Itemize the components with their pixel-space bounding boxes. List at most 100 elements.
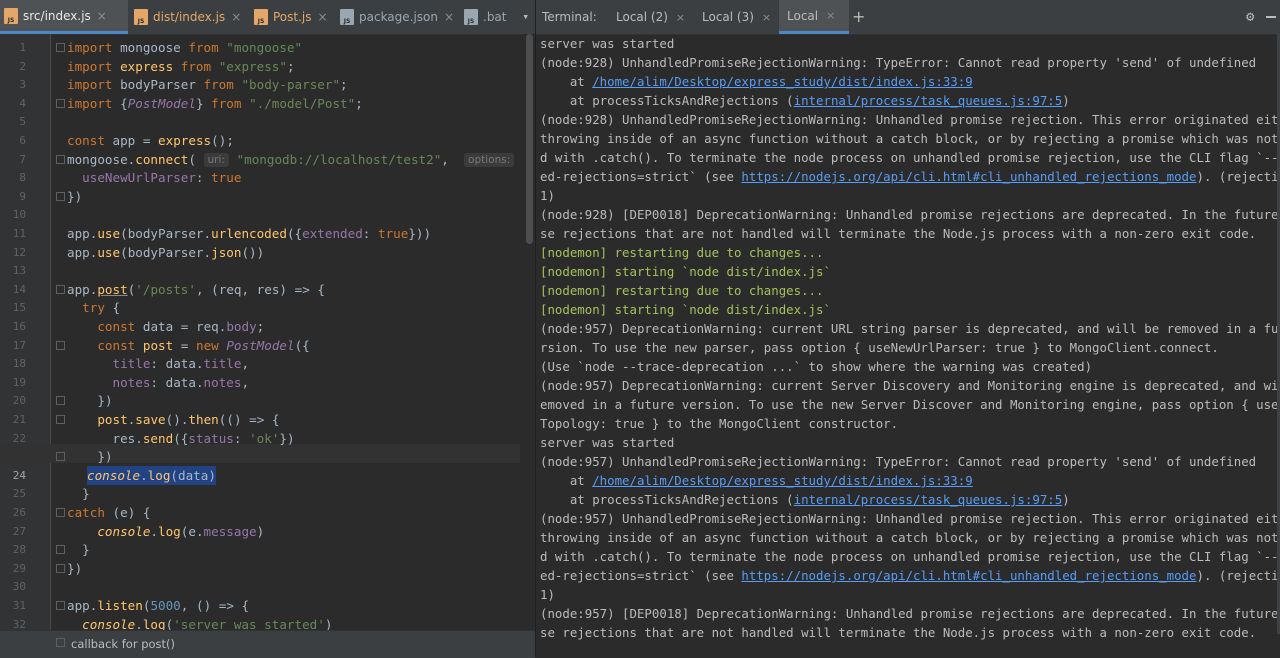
code-line[interactable]: console.log('server was started')	[67, 615, 332, 630]
fold-marker-icon[interactable]	[56, 601, 65, 610]
code-line[interactable]: const app = express();	[67, 131, 234, 150]
editor-scrollbar[interactable]	[524, 34, 535, 630]
code-line[interactable]: res.send({status: 'ok'})	[67, 429, 295, 448]
terminal-link[interactable]: internal/process/task_queues.js:97:5	[794, 492, 1063, 507]
new-terminal-tab-button[interactable]: +	[852, 7, 865, 26]
fold-marker-icon[interactable]	[56, 452, 65, 462]
code-line[interactable]: app.use(bodyParser.json())	[67, 243, 264, 262]
code-line[interactable]: }	[67, 484, 90, 503]
js-file-icon: JS	[340, 9, 354, 25]
terminal-tab-2[interactable]: Local (3) ×	[694, 0, 777, 34]
code-line[interactable]: post.save().then(() => {	[67, 410, 279, 429]
breadcrumb-context[interactable]: callback for post()	[71, 637, 175, 651]
fold-marker-icon[interactable]	[56, 396, 65, 406]
code-line[interactable]: app.post('/posts', (req, res) => {	[67, 280, 325, 299]
code-line[interactable]: app.listen(5000, () => {	[67, 596, 249, 615]
fold-marker-icon[interactable]	[56, 638, 65, 648]
code-token: (	[241, 244, 250, 260]
terminal-tab-1[interactable]: Local (2) ×	[608, 0, 692, 34]
code-line[interactable]: import express from "express";	[67, 57, 295, 76]
code-line[interactable]: notes: data.notes,	[67, 373, 250, 392]
editor-pane[interactable]: JS src/index.js × JS dist/index.js × JS Post.js…	[0, 0, 535, 658]
code-line[interactable]: try {	[67, 298, 120, 317]
code-line[interactable]: mongoose.connect( uri: "mongodb://localh…	[67, 150, 520, 169]
code-line[interactable]: title: data.title,	[67, 354, 250, 373]
code-token: )	[74, 188, 83, 204]
close-icon[interactable]: ×	[762, 11, 771, 24]
code-line[interactable]: import bodyParser from "body-parser";	[67, 75, 348, 94]
code-token: .	[203, 244, 212, 260]
fold-marker-icon[interactable]	[56, 340, 65, 350]
code-line[interactable]: })	[67, 391, 112, 410]
code-token: title	[112, 356, 151, 372]
code-token: )	[256, 244, 265, 260]
minimize-icon[interactable]	[1266, 16, 1276, 19]
code-token: (	[211, 133, 219, 148]
code-token: status	[188, 430, 234, 446]
close-icon[interactable]: ×	[231, 10, 241, 24]
code-line[interactable]: })	[67, 187, 82, 206]
code-line[interactable]: const post = new PostModel({	[67, 336, 309, 355]
terminal-tab-3[interactable]: Local ×	[779, 0, 849, 34]
tab--bat[interactable]: JS .bat	[460, 0, 522, 34]
code-area[interactable]: import mongoose from "mongoose" import ex…	[0, 34, 520, 630]
tab-package-json[interactable]: JS package.json ×	[336, 0, 458, 34]
terminal-link[interactable]: https://nodejs.org/api/cli.html#cli_unha…	[741, 169, 1196, 184]
terminal-link[interactable]: /home/alim/Desktop/express_study/dist/in…	[592, 74, 972, 89]
close-icon[interactable]: ×	[97, 9, 107, 23]
code-line[interactable]: catch (e) {	[67, 503, 150, 522]
fold-marker-icon[interactable]	[56, 98, 65, 108]
code-token: )	[415, 226, 424, 241]
terminal-link[interactable]: https://nodejs.org/api/cli.html#cli_unha…	[741, 568, 1196, 583]
fold-marker-icon[interactable]	[56, 191, 65, 201]
editor-scroll-thumb[interactable]	[526, 34, 533, 244]
code-line[interactable]: import mongoose from "mongoose"	[67, 38, 302, 57]
tab-src-index-js[interactable]: JS src/index.js ×	[0, 0, 128, 34]
terminal-pane[interactable]: Terminal: + ⚙ Local (2) × Local (3) × Local ×…	[536, 0, 1280, 657]
fold-marker-icon[interactable]	[56, 284, 65, 294]
terminal-text: server was started	[540, 435, 675, 450]
code-line[interactable]: })	[67, 447, 112, 466]
terminal-line: (node:957) DeprecationWarning: current U…	[540, 319, 1280, 338]
code-line[interactable]: console.log(data)	[87, 465, 216, 485]
close-icon[interactable]: ×	[826, 9, 835, 22]
code-token: (	[188, 151, 196, 167]
tab-post-js[interactable]: JS Post.js ×	[250, 0, 334, 34]
code-token: data	[165, 374, 196, 390]
code-line[interactable]: import {PostModel} from "./model/Post";	[67, 94, 363, 113]
close-icon[interactable]: ×	[318, 10, 328, 24]
close-icon[interactable]: ×	[676, 11, 685, 24]
code-line[interactable]: useNewUrlParser: true	[67, 168, 241, 187]
tab-overflow-icon[interactable]: ▾	[522, 10, 529, 23]
terminal-text: Topology: true } to the MongoClient cons…	[540, 416, 899, 431]
fold-marker-icon[interactable]	[56, 563, 65, 573]
code-line[interactable]: }	[67, 540, 90, 559]
fold-marker-icon[interactable]	[56, 508, 65, 517]
code-token: :	[150, 356, 159, 372]
code-line[interactable]: })	[67, 559, 82, 578]
code-line[interactable]: app.use(bodyParser.urlencoded({extended:…	[67, 224, 431, 243]
code-token: 'server was started'	[173, 616, 325, 630]
terminal-link[interactable]: /home/alim/Desktop/express_study/dist/in…	[592, 473, 972, 488]
code-token: send	[142, 430, 174, 446]
fold-marker-icon[interactable]	[56, 154, 65, 164]
code-line[interactable]: console.log(e.message)	[67, 522, 264, 541]
fold-marker-icon[interactable]	[56, 545, 65, 555]
close-icon[interactable]: ×	[444, 10, 454, 24]
code-token: (	[286, 226, 295, 241]
fold-marker-icon[interactable]	[56, 43, 65, 52]
tab-dist-index-js[interactable]: JS dist/index.js ×	[130, 0, 248, 34]
gear-icon[interactable]: ⚙	[1246, 9, 1254, 25]
code-line[interactable]: const data = req.body;	[67, 317, 264, 336]
terminal-output[interactable]: server was started (node:928) UnhandledPr…	[536, 34, 1280, 657]
terminal-link[interactable]: internal/process/task_queues.js:97:5	[794, 93, 1063, 108]
fold-marker-icon[interactable]	[56, 415, 65, 424]
code-token: log	[158, 523, 181, 539]
terminal-line: d with .catch(). To terminate the node p…	[540, 148, 1280, 167]
